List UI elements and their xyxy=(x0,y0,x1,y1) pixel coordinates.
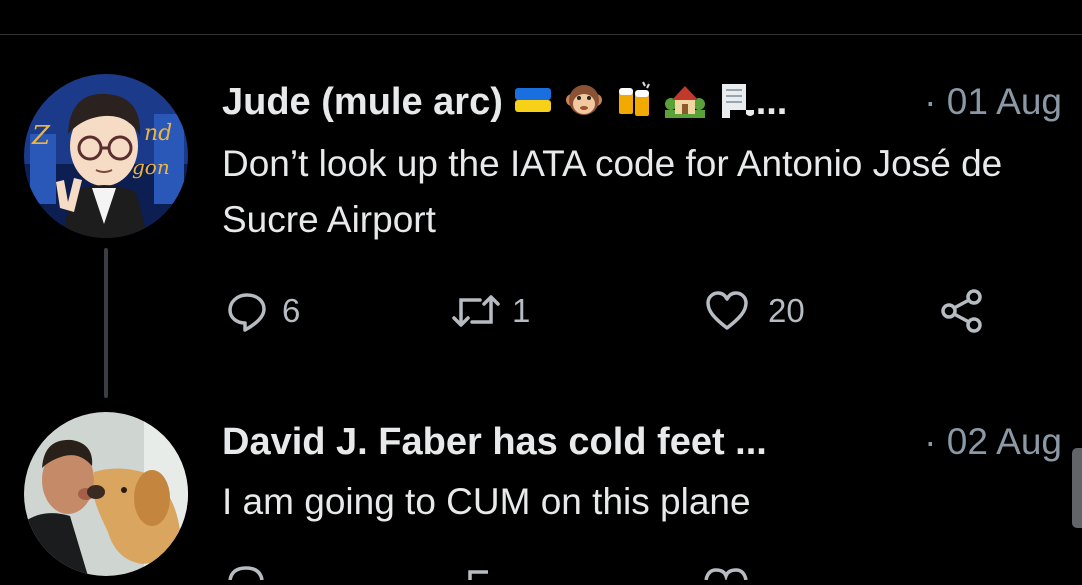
photo-avatar-icon xyxy=(24,412,188,576)
heart-icon xyxy=(706,291,748,330)
ukraine-flag-icon xyxy=(515,88,552,112)
svg-text:Z: Z xyxy=(31,121,51,151)
share-icon xyxy=(941,289,982,333)
like-button[interactable]: 20 xyxy=(704,286,805,336)
tweet-date[interactable]: 01 Aug xyxy=(947,81,1062,122)
tweet-header: David J. Faber has cold feet ... xyxy=(222,420,767,464)
scrollbar-thumb[interactable] xyxy=(1072,448,1082,528)
top-divider xyxy=(0,34,1082,35)
beer-mugs-icon xyxy=(618,81,650,116)
tweet-meta: · 01 Aug xyxy=(924,80,1062,124)
retweet-count: 1 xyxy=(512,292,531,329)
separator-dot: · xyxy=(924,421,937,462)
thread-connector-line xyxy=(104,248,108,398)
tweet-meta: · 02 Aug xyxy=(924,420,1062,464)
tweet-date[interactable]: 02 Aug xyxy=(947,421,1062,462)
avatar-david[interactable] xyxy=(24,412,188,576)
tweet-actions: 6 1 20 xyxy=(226,286,1006,336)
reply-count: 6 xyxy=(282,292,301,329)
separator-dot: · xyxy=(924,81,937,122)
tweet-text: I am going to CUM on this plane xyxy=(222,481,751,522)
name-truncation: ... xyxy=(755,81,788,123)
tweet-actions-peek xyxy=(226,560,786,585)
tweet-header: Jude (mule arc) ... xyxy=(222,80,787,124)
like-count: 20 xyxy=(768,292,805,329)
svg-text:gon: gon xyxy=(132,155,170,179)
monkey-face-icon xyxy=(566,85,602,115)
reply-button[interactable]: 6 xyxy=(226,286,300,336)
retweet-button[interactable]: 1 xyxy=(452,286,530,336)
reply-icon xyxy=(228,293,266,332)
cartoon-avatar-icon: Z nd gon xyxy=(24,74,188,238)
retweet-icon xyxy=(452,295,500,327)
house-with-garden-icon xyxy=(665,86,706,118)
avatar-jude[interactable]: Z nd gon xyxy=(24,74,188,238)
share-button[interactable] xyxy=(938,286,986,336)
author-name[interactable]: David J. Faber has cold feet ... xyxy=(222,421,767,463)
receipt-icon xyxy=(721,84,754,118)
partial-action-icons xyxy=(228,566,748,582)
tweet-text: Don’t look up the IATA code for Antonio … xyxy=(222,143,1003,240)
author-name[interactable]: Jude (mule arc) xyxy=(222,81,503,123)
svg-text:nd: nd xyxy=(144,121,172,146)
